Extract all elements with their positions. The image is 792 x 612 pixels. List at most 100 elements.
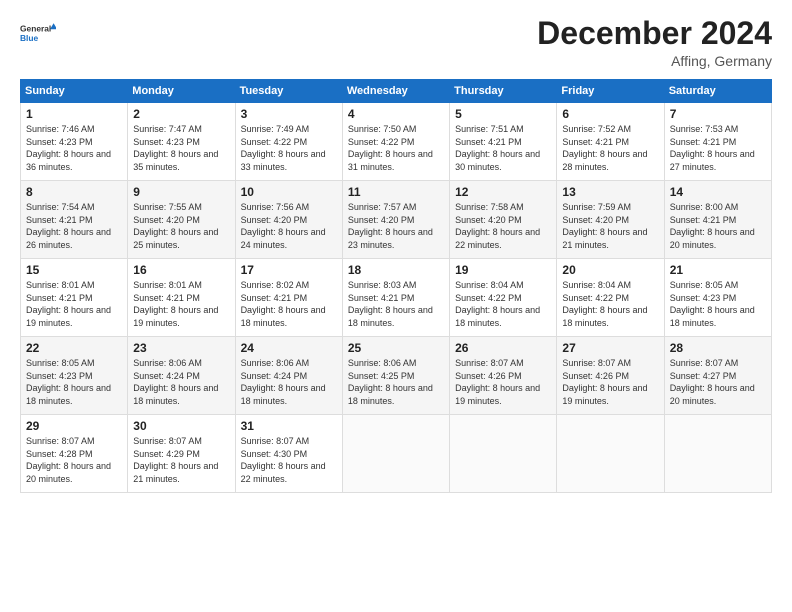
calendar-cell: 5 Sunrise: 7:51 AM Sunset: 4:21 PM Dayli… xyxy=(450,103,557,181)
logo-svg: General Blue xyxy=(20,16,56,52)
day-info: Sunrise: 8:03 AM Sunset: 4:21 PM Dayligh… xyxy=(348,279,444,329)
svg-text:General: General xyxy=(20,24,51,34)
calendar-cell: 31 Sunrise: 8:07 AM Sunset: 4:30 PM Dayl… xyxy=(235,415,342,493)
day-number: 30 xyxy=(133,419,229,433)
day-number: 1 xyxy=(26,107,122,121)
day-info: Sunrise: 7:56 AM Sunset: 4:20 PM Dayligh… xyxy=(241,201,337,251)
week-row-3: 15 Sunrise: 8:01 AM Sunset: 4:21 PM Dayl… xyxy=(21,259,772,337)
col-friday: Friday xyxy=(557,80,664,103)
calendar-cell: 9 Sunrise: 7:55 AM Sunset: 4:20 PM Dayli… xyxy=(128,181,235,259)
calendar-cell: 26 Sunrise: 8:07 AM Sunset: 4:26 PM Dayl… xyxy=(450,337,557,415)
calendar-cell: 11 Sunrise: 7:57 AM Sunset: 4:20 PM Dayl… xyxy=(342,181,449,259)
day-info: Sunrise: 8:01 AM Sunset: 4:21 PM Dayligh… xyxy=(133,279,229,329)
calendar-cell: 24 Sunrise: 8:06 AM Sunset: 4:24 PM Dayl… xyxy=(235,337,342,415)
col-thursday: Thursday xyxy=(450,80,557,103)
calendar-cell: 17 Sunrise: 8:02 AM Sunset: 4:21 PM Dayl… xyxy=(235,259,342,337)
calendar-cell: 15 Sunrise: 8:01 AM Sunset: 4:21 PM Dayl… xyxy=(21,259,128,337)
day-info: Sunrise: 7:54 AM Sunset: 4:21 PM Dayligh… xyxy=(26,201,122,251)
calendar-cell: 30 Sunrise: 8:07 AM Sunset: 4:29 PM Dayl… xyxy=(128,415,235,493)
calendar-cell: 6 Sunrise: 7:52 AM Sunset: 4:21 PM Dayli… xyxy=(557,103,664,181)
calendar-cell: 16 Sunrise: 8:01 AM Sunset: 4:21 PM Dayl… xyxy=(128,259,235,337)
calendar-cell: 8 Sunrise: 7:54 AM Sunset: 4:21 PM Dayli… xyxy=(21,181,128,259)
calendar-cell: 1 Sunrise: 7:46 AM Sunset: 4:23 PM Dayli… xyxy=(21,103,128,181)
calendar-cell: 23 Sunrise: 8:06 AM Sunset: 4:24 PM Dayl… xyxy=(128,337,235,415)
day-info: Sunrise: 7:59 AM Sunset: 4:20 PM Dayligh… xyxy=(562,201,658,251)
day-info: Sunrise: 8:07 AM Sunset: 4:30 PM Dayligh… xyxy=(241,435,337,485)
day-info: Sunrise: 8:00 AM Sunset: 4:21 PM Dayligh… xyxy=(670,201,766,251)
calendar-cell: 3 Sunrise: 7:49 AM Sunset: 4:22 PM Dayli… xyxy=(235,103,342,181)
col-wednesday: Wednesday xyxy=(342,80,449,103)
calendar-cell xyxy=(342,415,449,493)
calendar-cell: 27 Sunrise: 8:07 AM Sunset: 4:26 PM Dayl… xyxy=(557,337,664,415)
col-saturday: Saturday xyxy=(664,80,771,103)
calendar-cell xyxy=(450,415,557,493)
week-row-1: 1 Sunrise: 7:46 AM Sunset: 4:23 PM Dayli… xyxy=(21,103,772,181)
calendar-cell: 20 Sunrise: 8:04 AM Sunset: 4:22 PM Dayl… xyxy=(557,259,664,337)
calendar-cell xyxy=(557,415,664,493)
day-info: Sunrise: 8:06 AM Sunset: 4:24 PM Dayligh… xyxy=(241,357,337,407)
calendar-cell: 12 Sunrise: 7:58 AM Sunset: 4:20 PM Dayl… xyxy=(450,181,557,259)
day-number: 5 xyxy=(455,107,551,121)
day-info: Sunrise: 7:50 AM Sunset: 4:22 PM Dayligh… xyxy=(348,123,444,173)
day-number: 2 xyxy=(133,107,229,121)
day-number: 14 xyxy=(670,185,766,199)
calendar-cell: 14 Sunrise: 8:00 AM Sunset: 4:21 PM Dayl… xyxy=(664,181,771,259)
calendar-cell: 13 Sunrise: 7:59 AM Sunset: 4:20 PM Dayl… xyxy=(557,181,664,259)
day-number: 25 xyxy=(348,341,444,355)
day-info: Sunrise: 8:07 AM Sunset: 4:28 PM Dayligh… xyxy=(26,435,122,485)
day-info: Sunrise: 7:47 AM Sunset: 4:23 PM Dayligh… xyxy=(133,123,229,173)
day-info: Sunrise: 8:01 AM Sunset: 4:21 PM Dayligh… xyxy=(26,279,122,329)
calendar-cell: 2 Sunrise: 7:47 AM Sunset: 4:23 PM Dayli… xyxy=(128,103,235,181)
day-info: Sunrise: 7:46 AM Sunset: 4:23 PM Dayligh… xyxy=(26,123,122,173)
day-number: 20 xyxy=(562,263,658,277)
calendar-cell: 4 Sunrise: 7:50 AM Sunset: 4:22 PM Dayli… xyxy=(342,103,449,181)
day-info: Sunrise: 8:06 AM Sunset: 4:25 PM Dayligh… xyxy=(348,357,444,407)
day-number: 29 xyxy=(26,419,122,433)
day-info: Sunrise: 8:07 AM Sunset: 4:29 PM Dayligh… xyxy=(133,435,229,485)
day-info: Sunrise: 7:55 AM Sunset: 4:20 PM Dayligh… xyxy=(133,201,229,251)
page: General Blue December 2024 Affing, Germa… xyxy=(0,0,792,612)
day-number: 7 xyxy=(670,107,766,121)
day-number: 26 xyxy=(455,341,551,355)
day-number: 23 xyxy=(133,341,229,355)
day-info: Sunrise: 7:52 AM Sunset: 4:21 PM Dayligh… xyxy=(562,123,658,173)
calendar-cell xyxy=(664,415,771,493)
calendar-cell: 29 Sunrise: 8:07 AM Sunset: 4:28 PM Dayl… xyxy=(21,415,128,493)
day-number: 18 xyxy=(348,263,444,277)
day-number: 10 xyxy=(241,185,337,199)
day-info: Sunrise: 8:04 AM Sunset: 4:22 PM Dayligh… xyxy=(562,279,658,329)
day-info: Sunrise: 7:53 AM Sunset: 4:21 PM Dayligh… xyxy=(670,123,766,173)
day-number: 16 xyxy=(133,263,229,277)
day-number: 21 xyxy=(670,263,766,277)
day-info: Sunrise: 7:49 AM Sunset: 4:22 PM Dayligh… xyxy=(241,123,337,173)
day-number: 22 xyxy=(26,341,122,355)
day-info: Sunrise: 8:07 AM Sunset: 4:27 PM Dayligh… xyxy=(670,357,766,407)
calendar-cell: 18 Sunrise: 8:03 AM Sunset: 4:21 PM Dayl… xyxy=(342,259,449,337)
calendar-cell: 7 Sunrise: 7:53 AM Sunset: 4:21 PM Dayli… xyxy=(664,103,771,181)
logo: General Blue xyxy=(20,16,56,52)
day-number: 8 xyxy=(26,185,122,199)
col-monday: Monday xyxy=(128,80,235,103)
month-title: December 2024 xyxy=(537,16,772,51)
day-info: Sunrise: 8:07 AM Sunset: 4:26 PM Dayligh… xyxy=(562,357,658,407)
day-number: 6 xyxy=(562,107,658,121)
day-number: 15 xyxy=(26,263,122,277)
day-number: 9 xyxy=(133,185,229,199)
col-sunday: Sunday xyxy=(21,80,128,103)
calendar-cell: 19 Sunrise: 8:04 AM Sunset: 4:22 PM Dayl… xyxy=(450,259,557,337)
day-info: Sunrise: 8:05 AM Sunset: 4:23 PM Dayligh… xyxy=(26,357,122,407)
calendar-table: Sunday Monday Tuesday Wednesday Thursday… xyxy=(20,79,772,493)
calendar-cell: 22 Sunrise: 8:05 AM Sunset: 4:23 PM Dayl… xyxy=(21,337,128,415)
day-info: Sunrise: 7:51 AM Sunset: 4:21 PM Dayligh… xyxy=(455,123,551,173)
day-number: 13 xyxy=(562,185,658,199)
calendar-cell: 25 Sunrise: 8:06 AM Sunset: 4:25 PM Dayl… xyxy=(342,337,449,415)
week-row-5: 29 Sunrise: 8:07 AM Sunset: 4:28 PM Dayl… xyxy=(21,415,772,493)
location: Affing, Germany xyxy=(537,53,772,69)
day-number: 28 xyxy=(670,341,766,355)
day-info: Sunrise: 8:06 AM Sunset: 4:24 PM Dayligh… xyxy=(133,357,229,407)
title-block: December 2024 Affing, Germany xyxy=(537,16,772,69)
day-info: Sunrise: 8:07 AM Sunset: 4:26 PM Dayligh… xyxy=(455,357,551,407)
day-number: 17 xyxy=(241,263,337,277)
header: General Blue December 2024 Affing, Germa… xyxy=(20,16,772,69)
calendar-header-row: Sunday Monday Tuesday Wednesday Thursday… xyxy=(21,80,772,103)
